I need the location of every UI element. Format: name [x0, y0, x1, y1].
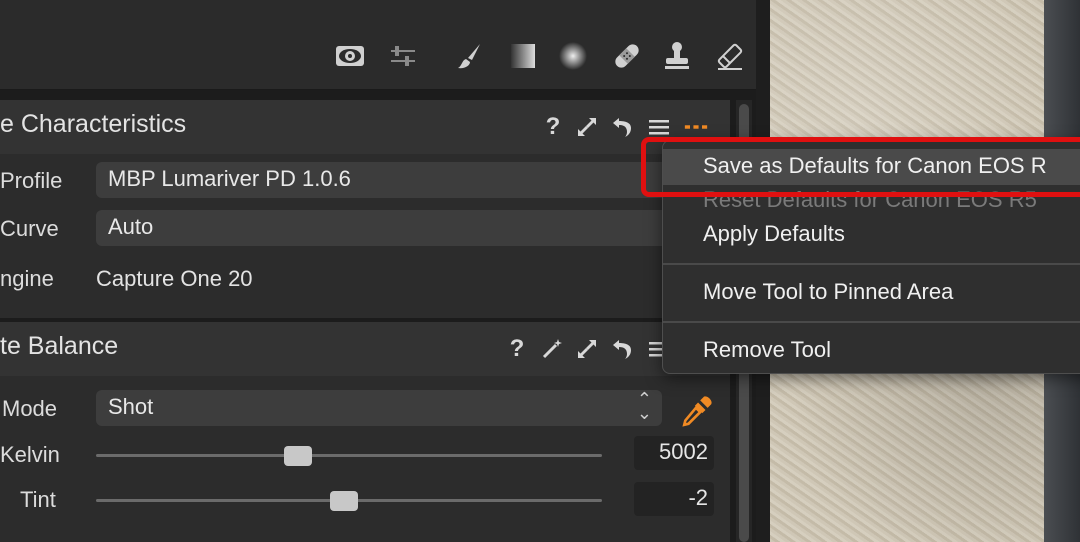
expand-icon[interactable] [573, 335, 601, 363]
kelvin-slider-track[interactable] [96, 454, 602, 457]
kelvin-slider-thumb[interactable] [284, 446, 313, 466]
brush-icon[interactable] [452, 38, 488, 74]
radial-icon[interactable] [555, 38, 591, 74]
picker-wand-icon[interactable] [538, 335, 566, 363]
profile-label: Profile [0, 168, 63, 193]
eye-icon[interactable] [332, 38, 368, 74]
menu-item-apply-defaults[interactable]: Apply Defaults [663, 217, 1080, 253]
menu-separator [663, 263, 1080, 265]
tint-input[interactable]: -2 [634, 482, 714, 516]
mode-value: Shot [108, 394, 154, 419]
tool-toolbar [0, 0, 756, 90]
reset-icon[interactable] [608, 113, 636, 141]
base-characteristics-panel: e Characteristics ? Profile MBP Lumarive… [0, 100, 730, 318]
panel-header[interactable]: e Characteristics ? [0, 100, 730, 154]
reset-icon[interactable] [608, 335, 636, 363]
sliders-icon[interactable] [385, 38, 421, 74]
menu-separator [663, 321, 1080, 323]
help-icon[interactable]: ? [539, 113, 567, 141]
help-icon[interactable]: ? [503, 335, 531, 363]
panel-header[interactable]: te Balance ? [0, 322, 730, 376]
panel-title: e Characteristics [0, 110, 187, 138]
expand-icon[interactable] [573, 113, 601, 141]
updown-chevron-icon: ⌃ ⌄ [636, 390, 652, 423]
white-balance-panel: te Balance ? Mode Shot ⌃ ⌄ Kelvin 5002 Ti… [0, 322, 730, 542]
curve-label: Curve [0, 216, 59, 241]
healing-icon[interactable] [609, 38, 645, 74]
mode-select[interactable]: Shot ⌃ ⌄ [96, 390, 662, 426]
engine-value: Capture One 20 [96, 266, 253, 291]
engine-label: ngine [0, 266, 54, 291]
curve-select[interactable]: Auto [96, 210, 696, 246]
highlight-annotation [641, 137, 1080, 197]
stamp-icon[interactable] [659, 38, 695, 74]
panel-title: te Balance [0, 332, 119, 360]
profile-select[interactable]: MBP Lumariver PD 1.0.6 [96, 162, 696, 198]
eraser-icon[interactable] [712, 38, 748, 74]
tint-label: Tint [20, 487, 56, 512]
menu-item-move-tool[interactable]: Move Tool to Pinned Area [663, 275, 1080, 311]
eyedropper-icon[interactable] [680, 394, 716, 430]
mode-label: Mode [2, 396, 58, 421]
menu-item-remove-tool[interactable]: Remove Tool [663, 333, 1080, 369]
tint-slider-thumb[interactable] [329, 491, 358, 511]
kelvin-label: Kelvin [0, 442, 60, 467]
gradient-icon[interactable] [505, 38, 541, 74]
kelvin-input[interactable]: 5002 [634, 436, 714, 470]
